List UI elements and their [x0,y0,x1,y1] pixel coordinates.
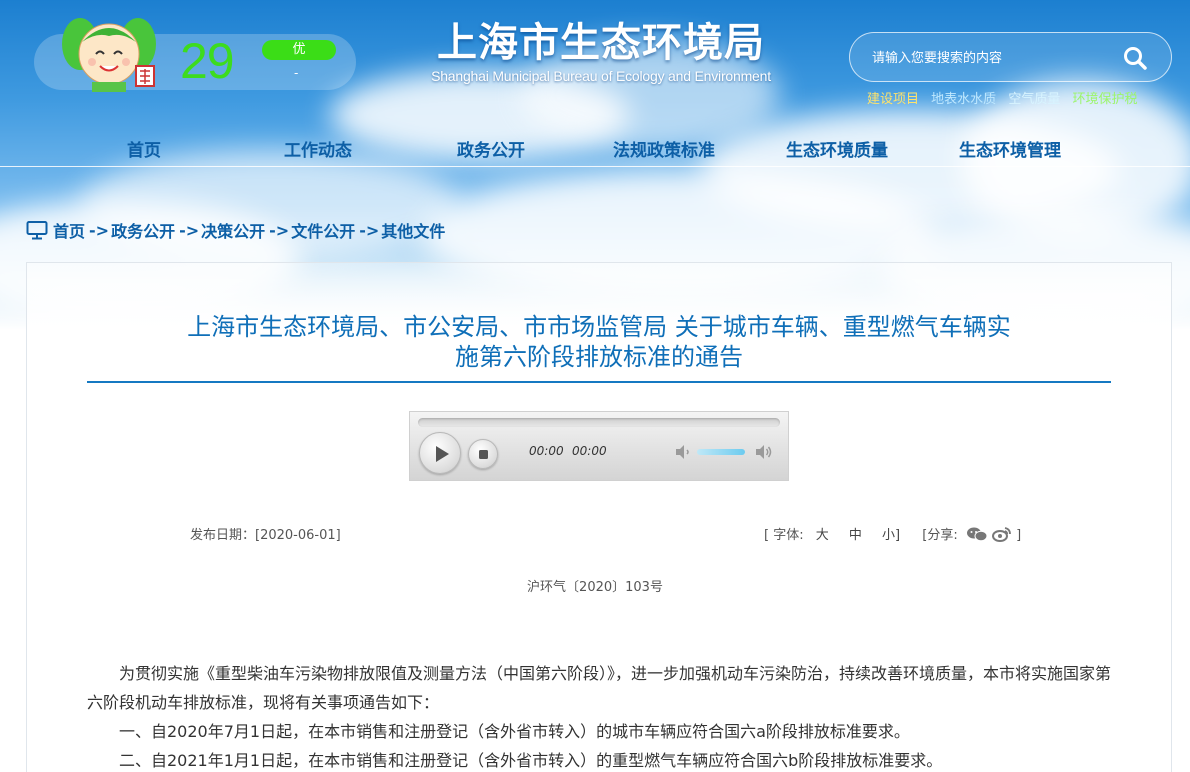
breadcrumb: 首页 -> 政务公开 -> 决策公开 -> 文件公开 -> 其他文件 [26,219,445,241]
weibo-icon[interactable] [992,526,1012,542]
mascot-icon [62,18,156,92]
paragraph: 二、自2021年1月1日起，在本市销售和注册登记（含外省市转入）的重型燃气车辆应… [119,751,943,770]
share-close: ] [1016,528,1022,543]
site-subtitle: Shanghai Municipal Bureau of Ecology and… [431,68,771,84]
paragraph: 一、自2020年7月1日起，在本市销售和注册登记（含外省市转入）的城市车辆应符合… [119,722,910,741]
main-nav: 首页 工作动态 政务公开 法规政策标准 生态环境质量 生态环境管理 [0,128,1190,166]
play-button[interactable] [419,432,461,474]
aqi-pollutant: - [294,66,299,80]
stop-button[interactable] [468,439,498,469]
nav-env-management[interactable]: 生态环境管理 [959,136,1061,161]
aqi-value: 29 [180,33,235,89]
publish-date: 发布日期：[2020-06-01] [190,528,341,543]
quick-link-construction[interactable]: 建设项目 [867,92,919,107]
audio-progress-bar[interactable] [418,418,780,427]
volume-max-icon[interactable] [754,444,772,460]
quick-link-env-tax[interactable]: 环境保护税 [1072,92,1137,107]
breadcrumb-decision-disclosure[interactable]: 决策公开 [201,218,265,242]
stop-icon [479,450,488,459]
nav-government-affairs[interactable]: 政务公开 [457,136,525,161]
breadcrumb-government-affairs[interactable]: 政务公开 [111,218,175,242]
article-title-line-2: 施第六阶段排放标准的通告 [455,343,743,371]
breadcrumb-other-files[interactable]: 其他文件 [381,218,445,242]
article-title: 上海市生态环境局、市公安局、市市场监管局 关于城市车辆、重型燃气车辆实 施第六阶… [88,312,1110,372]
breadcrumb-file-disclosure[interactable]: 文件公开 [291,218,355,242]
breadcrumb-separator: -> [89,220,110,240]
nav-work-news[interactable]: 工作动态 [284,136,352,161]
audio-player: 00:00 00:00 [409,411,789,481]
article-body: 为贯彻实施《重型柴油车污染物排放限值及测量方法（中国第六阶段）》，进一步加强机动… [87,659,1111,772]
font-size-small[interactable]: 小] [882,528,900,543]
search-input[interactable] [872,47,1112,69]
quick-link-water-quality[interactable]: 地表水水质 [931,92,996,107]
document-number: 沪环气〔2020〕103号 [527,580,663,595]
search-icon[interactable] [1122,45,1148,71]
site-title[interactable]: 上海市生态环境局 [418,18,784,68]
breadcrumb-separator: -> [179,220,200,240]
title-divider [87,381,1111,383]
breadcrumb-separator: -> [269,220,290,240]
breadcrumb-separator: -> [359,220,380,240]
article-tools: [ 字体: 大 中 小] [分享: ] [764,524,1021,543]
current-time: 00:00 [529,444,564,458]
font-size-large[interactable]: 大 [816,528,829,543]
search-box [849,32,1172,82]
quick-link-air-quality[interactable]: 空气质量 [1008,92,1060,107]
quick-links: 建设项目 地表水水质 空气质量 环境保护税 [867,88,1145,107]
paragraph: 为贯彻实施《重型柴油车污染物排放限值及测量方法（中国第六阶段）》，进一步加强机动… [87,664,1112,712]
article-title-line-1: 上海市生态环境局、市公安局、市市场监管局 关于城市车辆、重型燃气车辆实 [187,313,1011,341]
font-size-medium[interactable]: 中 [849,528,862,543]
share-label: [分享: [922,528,958,543]
monitor-icon [26,221,48,240]
nav-divider [0,166,1190,167]
nav-env-quality[interactable]: 生态环境质量 [786,136,888,161]
volume-slider[interactable] [697,449,745,455]
nav-home[interactable]: 首页 [127,136,161,161]
font-size-label: [ 字体: [764,528,804,543]
aqi-level-badge: 优 [262,40,336,60]
wechat-icon[interactable] [966,526,988,542]
nav-regulations[interactable]: 法规政策标准 [613,136,715,161]
play-icon [436,446,449,462]
total-time: 00:00 [572,444,607,458]
mute-icon[interactable] [674,444,692,460]
breadcrumb-home[interactable]: 首页 [53,218,85,242]
